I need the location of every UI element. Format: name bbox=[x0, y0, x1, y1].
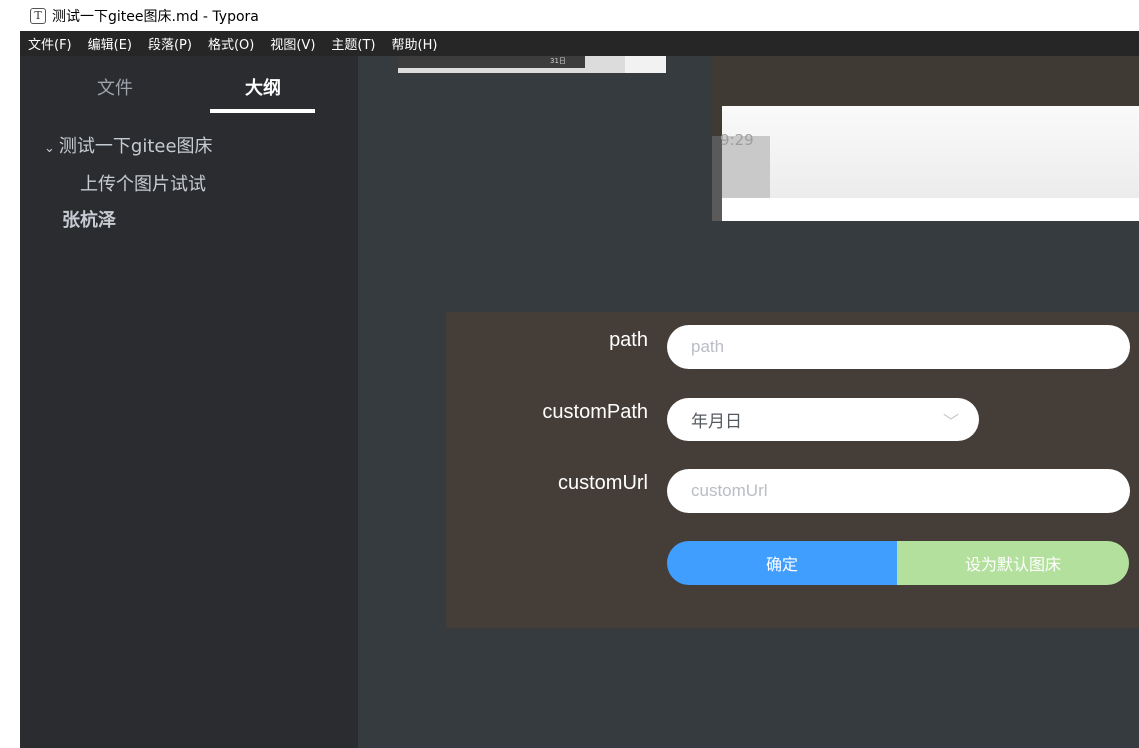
menu-view[interactable]: 视图(V) bbox=[270, 34, 315, 53]
set-default-picbed-button[interactable]: 设为默认图床 bbox=[897, 541, 1129, 585]
custompath-value: 年月日 bbox=[691, 412, 742, 432]
tab-outline[interactable]: 大纲 bbox=[245, 74, 281, 100]
outline-item-label: 张杭泽 bbox=[62, 210, 116, 231]
active-tab-indicator bbox=[210, 109, 315, 113]
picbed-settings-form: path path customPath 年月日 ﹀ customUrl cus… bbox=[446, 312, 1139, 628]
customurl-label: customUrl bbox=[557, 472, 648, 494]
image-date-text: 31日 bbox=[550, 57, 566, 65]
image-region bbox=[625, 56, 666, 73]
chevron-down-icon[interactable]: ⌄ bbox=[44, 141, 55, 156]
menu-format[interactable]: 格式(O) bbox=[208, 34, 254, 53]
menu-theme[interactable]: 主题(T) bbox=[331, 34, 375, 53]
path-input[interactable]: path bbox=[667, 325, 1130, 369]
typora-app-icon: T bbox=[30, 7, 46, 24]
menu-edit[interactable]: 编辑(E) bbox=[88, 34, 132, 53]
outline-item[interactable]: 上传个图片试试 bbox=[80, 170, 206, 196]
outline-item-label: 测试一下gitee图床 bbox=[58, 136, 213, 157]
window-left-edge bbox=[0, 0, 20, 748]
outline-item-label: 上传个图片试试 bbox=[80, 174, 206, 195]
chevron-down-icon[interactable]: ﹀ bbox=[943, 408, 959, 432]
customurl-placeholder: customUrl bbox=[691, 481, 768, 500]
image-time-text: 9:29 bbox=[720, 131, 754, 149]
menu-file[interactable]: 文件(F) bbox=[28, 34, 72, 53]
tab-files[interactable]: 文件 bbox=[97, 74, 133, 100]
menu-help[interactable]: 帮助(H) bbox=[392, 34, 438, 53]
title-bar: T 测试一下gitee图床.md - Typora bbox=[20, 0, 1139, 31]
editor-area[interactable]: 31日 9:29 path path customPath 年月日 ﹀ cust… bbox=[358, 56, 1139, 748]
outline-item[interactable]: ⌄ 测试一下gitee图床 bbox=[44, 132, 213, 158]
image-region bbox=[722, 106, 1139, 198]
customurl-input[interactable]: customUrl bbox=[667, 469, 1130, 513]
sidebar-tabs: 文件 大纲 bbox=[20, 56, 358, 114]
sidebar: 文件 大纲 ⌄ 测试一下gitee图床 上传个图片试试 张杭泽 bbox=[20, 56, 358, 748]
embedded-image-top: 31日 bbox=[398, 56, 666, 73]
custompath-select[interactable]: 年月日 ﹀ bbox=[667, 398, 979, 441]
embedded-screenshot-image: 9:29 bbox=[712, 56, 1139, 221]
window-title: 测试一下gitee图床.md - Typora bbox=[52, 8, 259, 25]
image-region bbox=[722, 198, 1139, 221]
confirm-button[interactable]: 确定 bbox=[667, 541, 897, 585]
custompath-label: customPath bbox=[542, 401, 648, 423]
path-placeholder: path bbox=[691, 337, 725, 356]
path-label: path bbox=[609, 329, 648, 351]
menu-paragraph[interactable]: 段落(P) bbox=[148, 34, 192, 53]
menu-bar: 文件(F) 编辑(E) 段落(P) 格式(O) 视图(V) 主题(T) 帮助(H… bbox=[20, 31, 1139, 56]
outline-item[interactable]: 张杭泽 bbox=[62, 206, 116, 232]
